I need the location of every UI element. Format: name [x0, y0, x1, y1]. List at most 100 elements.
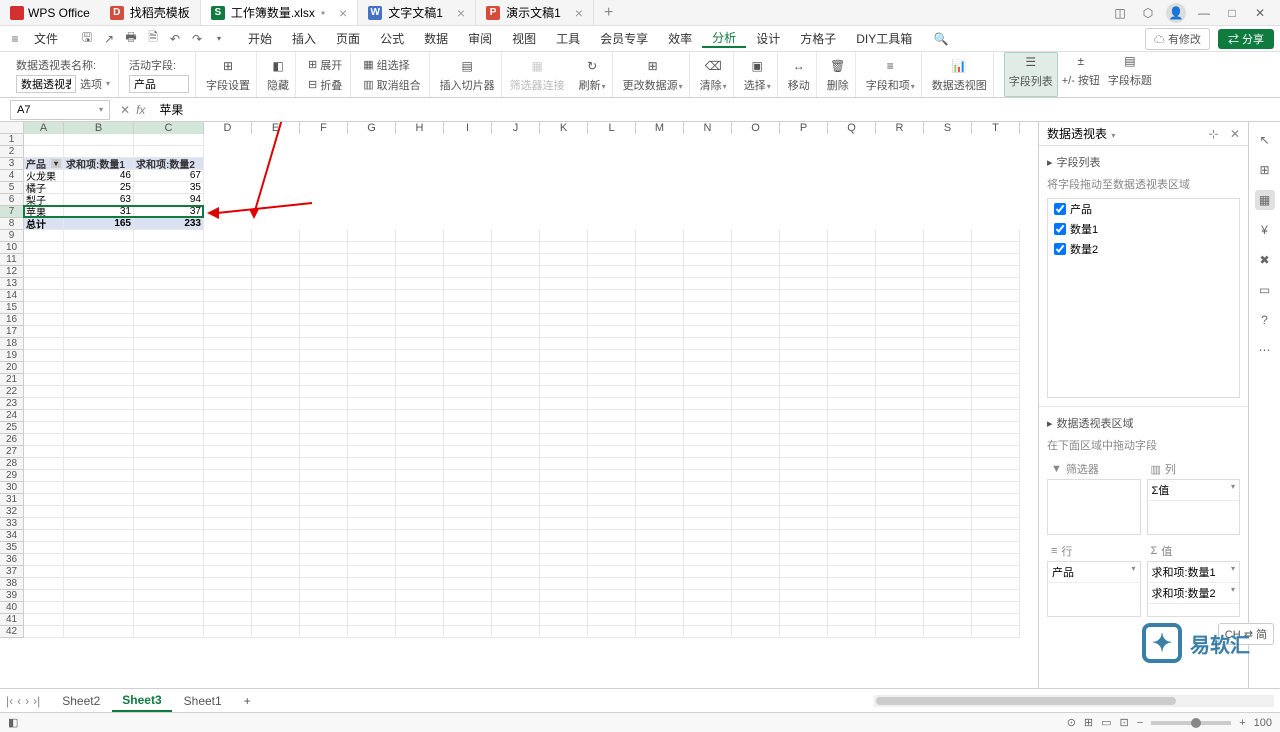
row-header[interactable]: 39	[0, 590, 24, 602]
add-tab-button[interactable]: +	[594, 4, 623, 22]
tab-workbook[interactable]: S 工作簿数量.xlsx • ×	[201, 0, 358, 25]
row-header[interactable]: 24	[0, 410, 24, 422]
ribbon-move[interactable]: ↔ 移动	[782, 52, 817, 97]
close-icon[interactable]: ×	[339, 5, 347, 21]
first-sheet-icon[interactable]: |‹	[6, 694, 13, 708]
row-header[interactable]: 20	[0, 362, 24, 374]
row-header[interactable]: 28	[0, 458, 24, 470]
row-header[interactable]: 31	[0, 494, 24, 506]
row-header[interactable]: 22	[0, 386, 24, 398]
row-header[interactable]: 38	[0, 578, 24, 590]
cell[interactable]: 46	[64, 170, 134, 182]
field-headers-button[interactable]: ▤ 字段标题	[1104, 52, 1156, 97]
col-header-a[interactable]: A	[24, 122, 64, 134]
cell[interactable]: 火龙果	[24, 170, 64, 182]
zoom-out-button[interactable]: −	[1137, 717, 1143, 729]
col-header[interactable]: K	[540, 122, 588, 134]
tab-writer[interactable]: W 文字文稿1 ×	[358, 0, 476, 25]
menu-fanggezi[interactable]: 方格子	[790, 30, 846, 47]
close-panel-icon[interactable]: ✕	[1230, 127, 1240, 141]
cancel-formula-icon[interactable]: ✕	[120, 103, 130, 117]
field-checkbox[interactable]	[1054, 203, 1066, 215]
col-header[interactable]: F	[300, 122, 348, 134]
row-header[interactable]: 2	[0, 146, 24, 158]
name-box[interactable]: A7 ▾	[10, 100, 110, 120]
col-header[interactable]: Q	[828, 122, 876, 134]
ribbon-field-settings[interactable]: ⊞ 字段设置	[200, 52, 257, 97]
row-header[interactable]: 21	[0, 374, 24, 386]
row-header[interactable]: 3	[0, 158, 24, 170]
redo-icon[interactable]: ↷	[188, 30, 206, 48]
value-dropzone[interactable]: 求和项:数量1▾ 求和项:数量2▾	[1147, 561, 1241, 617]
cell-total[interactable]: 总计	[24, 218, 64, 230]
cells-grid[interactable]: 产品 求和项:数量1 求和项:数量2 火龙果 46 67 橘子 25 35 梨子…	[24, 134, 1038, 638]
scrollbar-thumb[interactable]	[876, 697, 1176, 705]
ribbon-refresh[interactable]: ↻ 刷新▾	[573, 52, 613, 97]
tab-presentation[interactable]: P 演示文稿1 ×	[476, 0, 594, 25]
ribbon-fields-items[interactable]: ≡ 字段和项▾	[860, 52, 922, 97]
row-header[interactable]: 34	[0, 530, 24, 542]
menu-toggle-icon[interactable]: ≡	[6, 30, 24, 48]
export-icon[interactable]: ↗	[100, 30, 118, 48]
cell-total[interactable]: 233	[134, 218, 204, 230]
area-item[interactable]: 求和项:数量2▾	[1148, 583, 1240, 604]
status-icon[interactable]: ◧	[8, 716, 18, 729]
menu-member[interactable]: 会员专享	[590, 30, 658, 47]
col-header[interactable]: P	[780, 122, 828, 134]
ribbon-select[interactable]: ▣ 选择▾	[738, 52, 778, 97]
print-icon[interactable]: 🖶	[122, 30, 140, 48]
row-header[interactable]: 23	[0, 398, 24, 410]
row-header[interactable]: 19	[0, 350, 24, 362]
menu-diy[interactable]: DIY工具箱	[846, 30, 922, 47]
row-header[interactable]: 41	[0, 614, 24, 626]
col-header[interactable]: J	[492, 122, 540, 134]
more-icon[interactable]: ⋯	[1255, 340, 1275, 360]
row-header[interactable]: 12	[0, 266, 24, 278]
cell[interactable]: 63	[64, 194, 134, 206]
share-button[interactable]: ⇄ 分享	[1218, 29, 1274, 49]
cell[interactable]: 梨子	[24, 194, 64, 206]
next-sheet-icon[interactable]: ›	[25, 694, 29, 708]
row-header[interactable]: 26	[0, 434, 24, 446]
plus-minus-button[interactable]: ± +/- 按钮	[1058, 52, 1104, 97]
row-header[interactable]: 5	[0, 182, 24, 194]
sheet-tab[interactable]: Sheet1	[174, 691, 232, 711]
save-status-badge[interactable]: ☁ 有修改	[1145, 28, 1210, 50]
menu-view[interactable]: 视图	[502, 30, 546, 47]
value-area[interactable]: Σ值 求和项:数量1▾ 求和项:数量2▾	[1147, 541, 1241, 617]
col-header[interactable]: T	[972, 122, 1020, 134]
window-overlap-icon[interactable]: ◫	[1110, 3, 1130, 23]
row-area[interactable]: ≡行 产品▾	[1047, 541, 1141, 617]
col-header[interactable]: O	[732, 122, 780, 134]
row-dropzone[interactable]: 产品▾	[1047, 561, 1141, 617]
minimize-button[interactable]: —	[1194, 3, 1214, 23]
row-header[interactable]: 36	[0, 554, 24, 566]
row-header[interactable]: 14	[0, 290, 24, 302]
row-header[interactable]: 33	[0, 518, 24, 530]
menu-review[interactable]: 审阅	[458, 30, 502, 47]
zoom-in-button[interactable]: +	[1239, 717, 1245, 729]
last-sheet-icon[interactable]: ›|	[33, 694, 40, 708]
row-header[interactable]: 32	[0, 506, 24, 518]
field-item[interactable]: 数量2	[1048, 239, 1239, 259]
row-header[interactable]: 42	[0, 626, 24, 638]
col-header[interactable]: M	[636, 122, 684, 134]
select-tool-icon[interactable]: ↖	[1255, 130, 1275, 150]
col-header[interactable]: H	[396, 122, 444, 134]
cell[interactable]: 31	[64, 206, 134, 218]
col-header[interactable]: E	[252, 122, 300, 134]
row-header[interactable]: 6	[0, 194, 24, 206]
ungroup-button[interactable]: ▥ 取消组合	[361, 76, 422, 94]
col-header[interactable]: I	[444, 122, 492, 134]
expand-button[interactable]: ⊞ 展开	[306, 56, 344, 74]
ribbon-hide-button[interactable]: ◧ 隐藏	[261, 52, 296, 97]
row-header[interactable]: 10	[0, 242, 24, 254]
menu-analyze[interactable]: 分析	[702, 29, 746, 48]
row-header[interactable]: 35	[0, 542, 24, 554]
menu-data[interactable]: 数据	[414, 30, 458, 47]
row-header[interactable]: 27	[0, 446, 24, 458]
col-header[interactable]: S	[924, 122, 972, 134]
pivot-header[interactable]: 求和项:数量1	[64, 158, 134, 170]
col-header[interactable]: L	[588, 122, 636, 134]
pivot-header[interactable]: 求和项:数量2	[134, 158, 204, 170]
